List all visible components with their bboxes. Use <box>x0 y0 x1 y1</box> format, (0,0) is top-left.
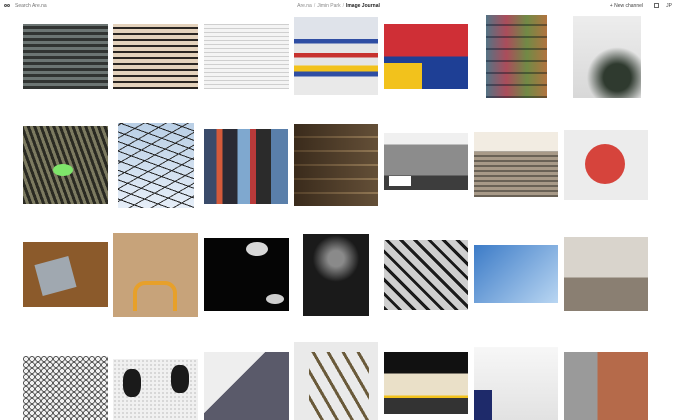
image-block[interactable] <box>23 356 108 420</box>
image-block[interactable] <box>204 352 289 420</box>
image-block[interactable] <box>113 359 198 420</box>
foot <box>123 369 141 397</box>
yellow-panel <box>384 63 422 89</box>
foot <box>171 365 189 393</box>
garage-sign <box>585 144 625 184</box>
image-block[interactable] <box>294 124 378 206</box>
green-light <box>53 164 73 176</box>
bridge-truss <box>309 352 369 420</box>
image-block[interactable] <box>204 24 289 89</box>
image-block[interactable] <box>573 16 641 98</box>
image-block[interactable] <box>294 342 378 420</box>
image-block[interactable] <box>303 234 369 316</box>
image-block[interactable] <box>204 129 288 204</box>
image-block[interactable] <box>118 123 194 208</box>
image-block[interactable] <box>384 133 468 190</box>
image-block[interactable] <box>384 352 468 414</box>
image-block[interactable] <box>564 237 648 311</box>
image-block[interactable] <box>474 347 558 420</box>
lamp <box>246 242 268 256</box>
image-block[interactable] <box>23 24 108 89</box>
image-block[interactable] <box>204 238 289 311</box>
lamp <box>266 294 284 304</box>
image-block[interactable] <box>113 24 198 89</box>
image-block[interactable] <box>23 242 108 307</box>
image-block[interactable] <box>474 245 558 303</box>
image-block[interactable] <box>113 233 198 317</box>
image-block[interactable] <box>564 130 648 200</box>
cd-case <box>34 256 77 296</box>
image-block[interactable] <box>384 240 468 310</box>
blue-corner <box>474 390 492 420</box>
image-block[interactable] <box>294 17 378 95</box>
image-block[interactable] <box>564 352 648 420</box>
image-block[interactable] <box>384 24 468 89</box>
golden-arches <box>133 281 177 311</box>
image-block[interactable] <box>474 132 558 197</box>
image-grid <box>0 0 677 420</box>
image-block[interactable] <box>486 15 547 98</box>
white-van <box>389 176 411 186</box>
image-block[interactable] <box>23 126 108 204</box>
